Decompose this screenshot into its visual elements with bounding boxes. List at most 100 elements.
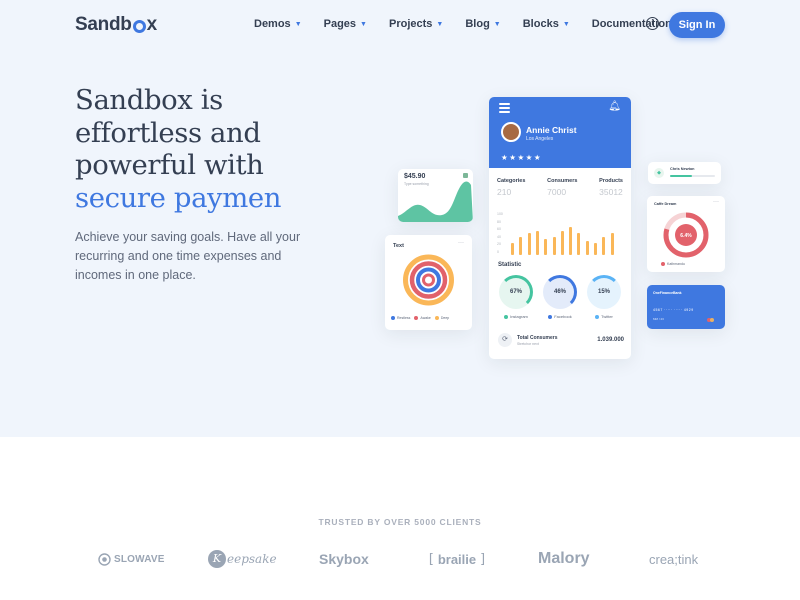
legend-label: Awake	[420, 316, 431, 320]
ring-instagram: 67% Instagram	[498, 275, 534, 319]
caffe-legend-label: Kathmandu	[667, 262, 685, 266]
leaf-icon: ◆	[654, 168, 664, 178]
contact-name: Chris Newton	[670, 167, 695, 171]
chart-bar	[610, 233, 614, 255]
trusted-label: TRUSTED BY OVER 5000 CLIENTS	[318, 517, 482, 527]
chart-bar	[535, 231, 539, 255]
headline-line: powerful with	[75, 149, 264, 181]
total-title: Total Consumers	[517, 334, 558, 341]
caret-down-icon: ▼	[360, 20, 367, 28]
progress-bar	[670, 175, 715, 177]
stat-value: 210	[497, 187, 512, 197]
logo-text-end: x	[146, 14, 158, 35]
nav-item-blog[interactable]: Blog ▼	[465, 18, 500, 30]
dot-icon	[595, 314, 600, 319]
contact-progress-card: ◆ Chris Newton	[648, 162, 721, 184]
caret-down-icon: ▼	[562, 20, 570, 28]
nav-item-pages[interactable]: Pages ▼	[324, 18, 367, 30]
ring-value: 67%	[509, 289, 522, 295]
chart-bar	[585, 241, 589, 255]
axis-tick: 40	[497, 234, 501, 239]
stat-label: Consumers	[547, 178, 578, 184]
dot-icon	[661, 262, 665, 266]
chart-bar	[519, 237, 523, 255]
legend-item: Awake	[414, 316, 431, 320]
total-value: 1.039.000	[597, 337, 624, 343]
headline-highlight: secure paymen	[75, 181, 282, 214]
axis-tick: 20	[497, 242, 501, 246]
axis-tick: 80	[497, 219, 501, 224]
client-logo-brailie: [ brailie ]	[427, 551, 487, 567]
ring-value: 15%	[597, 289, 610, 295]
client-name: SLOWAVE	[114, 553, 165, 565]
caffe-card: Caffe Dream ··· 6.4% Kathmandu	[647, 196, 725, 272]
caret-down-icon: ▼	[294, 20, 302, 28]
ring-label: Facebook	[554, 314, 572, 319]
keepsake-icon: K	[208, 550, 226, 568]
refresh-icon: ⟳	[498, 333, 512, 347]
chart-bar	[511, 243, 514, 255]
client-name: eepsake	[227, 552, 277, 566]
axis-tick: 0	[497, 249, 499, 254]
logo-text: Sandb	[75, 14, 132, 35]
stat-consumers: Consumers 7000	[547, 178, 577, 197]
card-expiry: MM / 23	[653, 317, 664, 321]
legend-item: Deep	[434, 316, 450, 320]
ring-value: 46%	[553, 289, 566, 295]
nav-item-projects[interactable]: Projects ▼	[389, 18, 443, 30]
caffe-legend: Kathmandu	[661, 262, 685, 266]
ring-legend: Facebook	[542, 314, 578, 319]
hero-section: Sandb x Demos ▼ Pages ▼ Projects ▼ Blog ▼ Blo…	[0, 0, 800, 437]
bell-icon[interactable]: 🔔︎	[608, 101, 621, 112]
rating-stars: ★★★★★	[501, 153, 543, 162]
hero-headline: Sandbox is effortless and powerful with …	[75, 84, 395, 214]
legend-label: Deep	[440, 316, 450, 320]
chart-bar	[594, 243, 597, 255]
caret-down-icon: ▼	[436, 20, 444, 28]
nav-item-demos[interactable]: Demos ▼	[254, 18, 302, 30]
caret-down-icon: ▼	[493, 20, 501, 28]
balance-area-chart	[398, 181, 473, 222]
mastercard-icon	[707, 318, 714, 322]
client-logo-keepsake: K eepsake	[208, 547, 277, 571]
stat-label: Products	[599, 178, 623, 184]
stat-value: 7000	[547, 187, 567, 197]
axis-tick: 100	[497, 212, 503, 216]
balance-card: $45.90 Type something	[398, 169, 473, 222]
card-number: 4567 ····· ····· 4929	[653, 308, 694, 312]
sandbox-logo[interactable]: Sandb x	[75, 14, 157, 36]
profile-name: Annie Christ	[526, 125, 577, 135]
info-icon[interactable]: i	[646, 17, 659, 30]
progress-ring: 15%	[587, 275, 621, 309]
menu-icon[interactable]	[499, 103, 510, 115]
ring-facebook: 46% Facebook	[542, 275, 578, 319]
legend-label: Restless	[397, 316, 411, 320]
chart-bar	[527, 233, 531, 255]
ring-twitter: 15% Twitter	[586, 275, 622, 319]
headline-line: Sandbox is	[75, 84, 223, 116]
dot-icon	[548, 314, 553, 319]
progress-ring: 46%	[543, 275, 577, 309]
donut-chart: 6.4%	[663, 212, 709, 258]
total-subtitle: Stretchor next	[517, 341, 539, 346]
profile-stats: Categories 210 Consumers 7000 Products 3501…	[489, 168, 631, 197]
client-logos: SLOWAVE K eepsake Skybox [ brailie ] Mal…	[98, 547, 708, 571]
slowave-icon	[98, 552, 111, 566]
logo-ring-icon	[132, 19, 146, 33]
total-consumers-row: ⟳ Total Consumers Stretchor next 1.039.0…	[498, 333, 624, 347]
sleep-legend: Restless Awake Deep	[391, 316, 449, 320]
bank-name: OneFinanceBank	[653, 291, 682, 295]
ring-label: Twitter	[601, 314, 613, 319]
legend-item: Restless	[391, 316, 410, 320]
stat-label: Categories	[497, 178, 526, 184]
nav-label: Blog	[465, 18, 490, 30]
stat-categories: Categories 210	[497, 178, 525, 197]
avatar	[501, 122, 521, 142]
credit-card: OneFinanceBank 4567 ····· ····· 4929 MM …	[647, 285, 725, 329]
bar-chart: 100 80 60 40 20 0	[497, 211, 621, 255]
sign-in-button[interactable]: Sign In	[669, 12, 725, 38]
chart-bar	[560, 231, 564, 255]
profile-header: 🔔︎ Annie Christ Los Angeles ★★★★★	[489, 97, 631, 168]
ring-legend: Instagram	[498, 314, 534, 319]
nav-item-blocks[interactable]: Blocks ▼	[523, 18, 570, 30]
